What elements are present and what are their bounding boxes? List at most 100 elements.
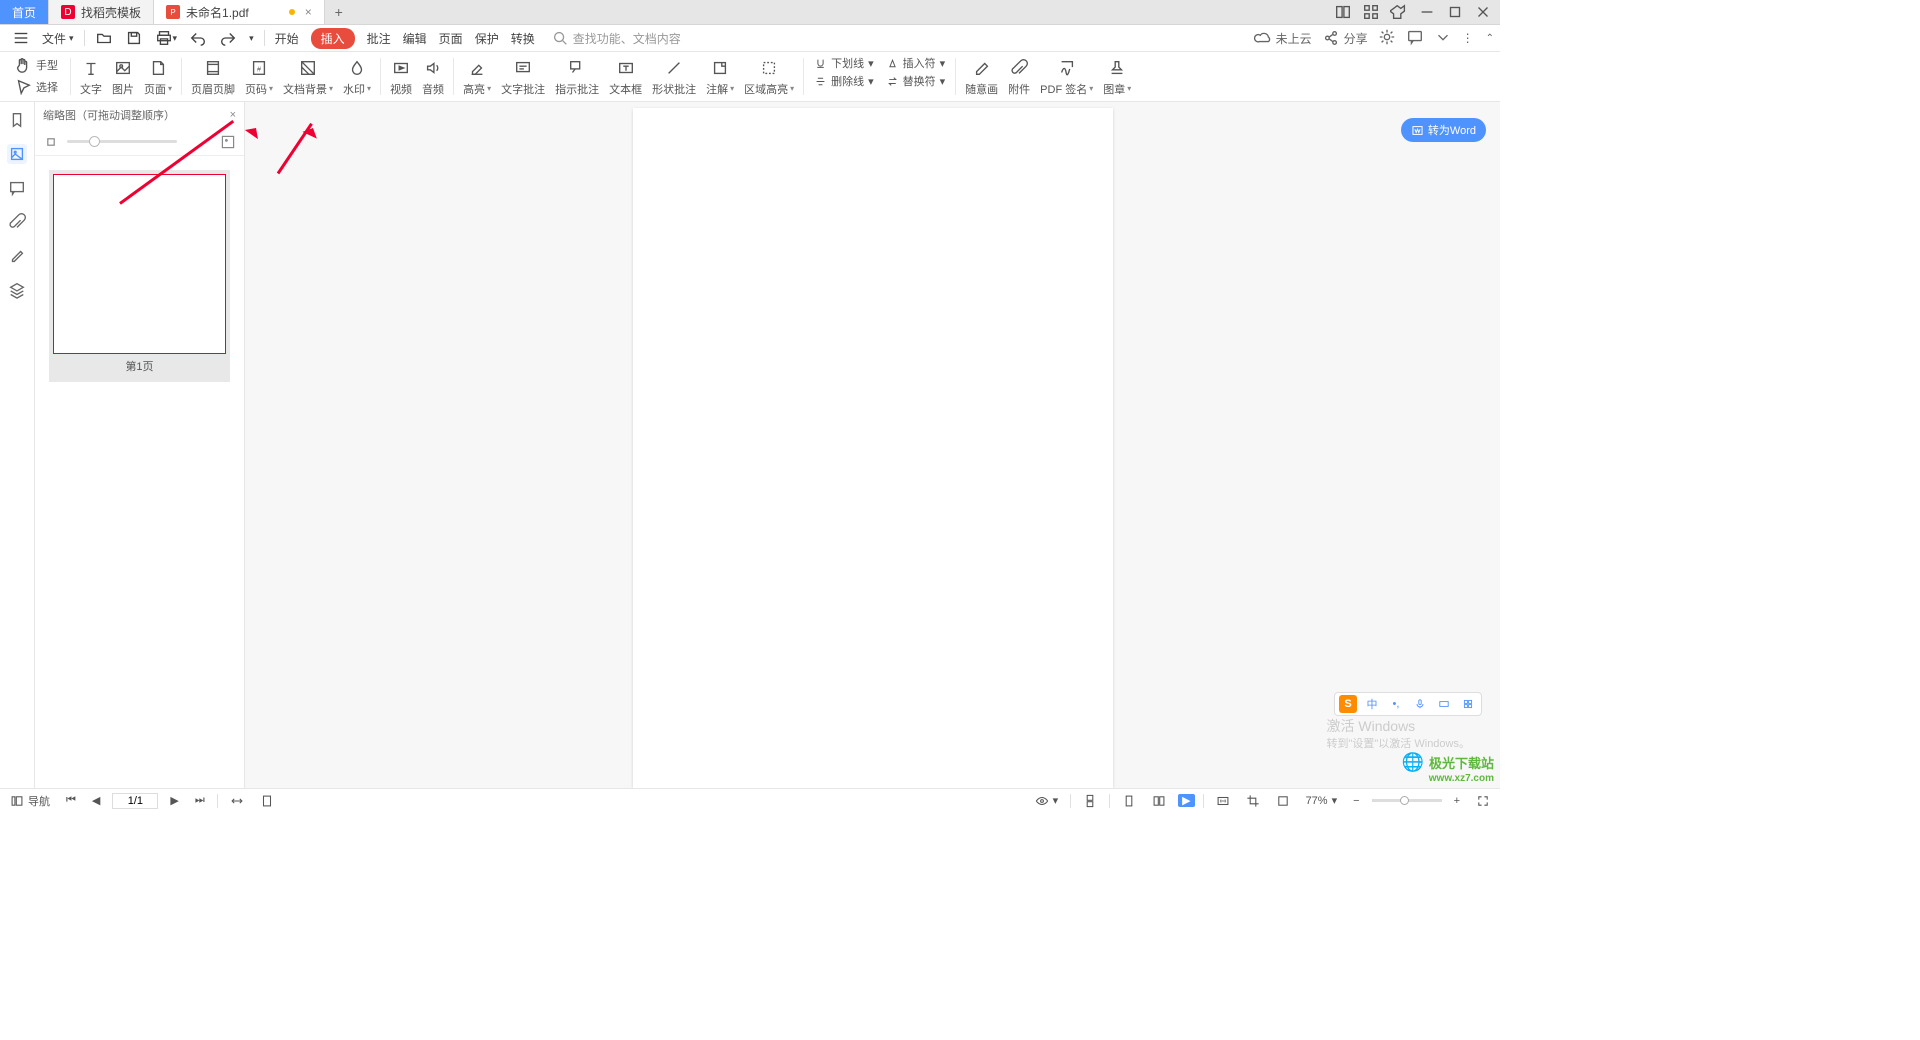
tab-templates[interactable]: D 找稻壳模板: [49, 0, 154, 24]
bookmark-tab[interactable]: [7, 110, 27, 130]
cloud-status[interactable]: 未上云: [1254, 29, 1312, 47]
insert-freedraw[interactable]: 随意画: [960, 52, 1003, 101]
tab-document[interactable]: P 未命名1.pdf ×: [154, 0, 325, 24]
signatures-tab[interactable]: [7, 246, 27, 266]
menu-edit[interactable]: 编辑: [397, 25, 433, 51]
last-page[interactable]: ⏭: [191, 794, 209, 807]
insert-page[interactable]: 页面▾: [139, 52, 177, 101]
thumb-size-slider[interactable]: [67, 140, 177, 143]
document-canvas[interactable]: [245, 102, 1500, 788]
layout-icon[interactable]: [1334, 3, 1352, 21]
share-button[interactable]: 分享: [1322, 29, 1368, 47]
thumb-large-icon[interactable]: [220, 134, 236, 150]
fullscreen-icon[interactable]: [1472, 792, 1494, 810]
thumbnail-tab[interactable]: [7, 144, 27, 164]
comments-tab[interactable]: [7, 178, 27, 198]
select-tool[interactable]: 选择: [10, 76, 62, 98]
insert-strikeout[interactable]: 删除线▾: [812, 72, 876, 90]
insert-replacechar[interactable]: 替换符▾: [884, 72, 948, 90]
nav-toggle[interactable]: 导航: [6, 793, 54, 809]
ime-punct-icon[interactable]: •,: [1387, 695, 1405, 713]
ime-toolbox-icon[interactable]: [1459, 695, 1477, 713]
file-menu[interactable]: 文件 ▾: [36, 25, 80, 51]
redo-icon[interactable]: [213, 25, 243, 51]
insert-note[interactable]: 注解▾: [701, 52, 739, 101]
insert-textnote[interactable]: 文字批注: [496, 52, 550, 101]
insert-highlight[interactable]: 高亮▾: [458, 52, 496, 101]
insert-image[interactable]: 图片: [107, 52, 139, 101]
ime-keyboard-icon[interactable]: [1435, 695, 1453, 713]
play-icon[interactable]: ▶: [1178, 794, 1194, 807]
menu-page[interactable]: 页面: [433, 25, 469, 51]
add-tab-button[interactable]: +: [325, 0, 353, 24]
search-box[interactable]: 查找功能、文档内容: [551, 29, 681, 47]
fit-width-icon[interactable]: [226, 792, 248, 810]
thumbnail-page-1[interactable]: 第1页: [49, 170, 230, 382]
insert-pointnote[interactable]: 指示批注: [550, 52, 604, 101]
menu-convert[interactable]: 转换: [505, 25, 541, 51]
collapse-icon[interactable]: [1434, 28, 1452, 49]
close-panel-icon[interactable]: ×: [230, 109, 236, 121]
next-page[interactable]: ▶: [166, 794, 182, 807]
convert-to-word-button[interactable]: 转为Word: [1401, 118, 1486, 142]
crop-icon[interactable]: [1242, 792, 1264, 810]
insert-text[interactable]: 文字: [75, 52, 107, 101]
window-close-icon[interactable]: [1474, 3, 1492, 21]
onetoone-icon[interactable]: [1212, 792, 1234, 810]
close-tab-icon[interactable]: ×: [305, 5, 312, 19]
zoom-out[interactable]: −: [1349, 795, 1363, 807]
insert-pdfsign[interactable]: PDF 签名▾: [1035, 52, 1098, 101]
zoom-slider[interactable]: [1372, 799, 1442, 802]
insert-stamp[interactable]: 图章▾: [1098, 52, 1136, 101]
insert-audio[interactable]: 音频: [417, 52, 449, 101]
layers-tab[interactable]: [7, 280, 27, 300]
insert-insertchar[interactable]: 插入符▾: [884, 54, 948, 72]
kebab-icon[interactable]: ⋮: [1462, 31, 1476, 45]
thumb-small-icon[interactable]: [43, 134, 59, 150]
insert-headerfooter[interactable]: 页眉页脚: [186, 52, 240, 101]
save-icon[interactable]: [119, 25, 149, 51]
insert-shapenote[interactable]: 形状批注: [647, 52, 701, 101]
minimize-icon[interactable]: [1418, 3, 1436, 21]
menu-annotate[interactable]: 批注: [361, 25, 397, 51]
open-icon[interactable]: [89, 25, 119, 51]
insert-textbox[interactable]: 文本框: [604, 52, 647, 101]
menu-start[interactable]: 开始: [269, 25, 305, 51]
sogou-icon[interactable]: S: [1339, 695, 1357, 713]
page-input[interactable]: [112, 793, 158, 809]
chevron-up-icon[interactable]: ⌃: [1486, 33, 1494, 44]
insert-video[interactable]: 视频: [385, 52, 417, 101]
undo-icon[interactable]: [183, 25, 213, 51]
zoom-level[interactable]: 77% ▾: [1302, 794, 1342, 807]
ime-lang[interactable]: 中: [1363, 695, 1381, 713]
zoom-in[interactable]: +: [1450, 795, 1464, 807]
menu-insert[interactable]: 插入: [305, 25, 361, 51]
insert-attachment[interactable]: 附件: [1003, 52, 1035, 101]
two-page-icon[interactable]: [1148, 792, 1170, 810]
tab-home[interactable]: 首页: [0, 0, 49, 24]
grid-icon[interactable]: [1362, 3, 1380, 21]
continuous-icon[interactable]: [1079, 792, 1101, 810]
settings-icon[interactable]: [1378, 28, 1396, 49]
first-page[interactable]: ⏮: [62, 794, 80, 807]
single-page-icon[interactable]: [1118, 792, 1140, 810]
more-qat-icon[interactable]: ▾: [243, 25, 260, 51]
menu-protect[interactable]: 保护: [469, 25, 505, 51]
insert-watermark[interactable]: 水印▾: [338, 52, 376, 101]
maximize-icon[interactable]: [1446, 3, 1464, 21]
attachments-tab[interactable]: [7, 212, 27, 232]
view-eye-icon[interactable]: ▾: [1031, 792, 1063, 810]
fit-page-icon[interactable]: [256, 792, 278, 810]
prev-page[interactable]: ◀: [88, 794, 104, 807]
insert-pagenum[interactable]: #页码▾: [240, 52, 278, 101]
insert-docbg[interactable]: 文档背景▾: [278, 52, 338, 101]
hamburger-icon[interactable]: [6, 25, 36, 51]
hand-tool[interactable]: 手型: [10, 54, 62, 76]
comment-icon[interactable]: [1406, 28, 1424, 49]
skin-icon[interactable]: [1390, 3, 1408, 21]
fitpage-icon[interactable]: [1272, 792, 1294, 810]
print-icon[interactable]: ▾: [149, 25, 184, 51]
insert-underline[interactable]: 下划线▾: [812, 54, 876, 72]
ime-mic-icon[interactable]: [1411, 695, 1429, 713]
insert-areahl[interactable]: 区域高亮▾: [739, 52, 799, 101]
